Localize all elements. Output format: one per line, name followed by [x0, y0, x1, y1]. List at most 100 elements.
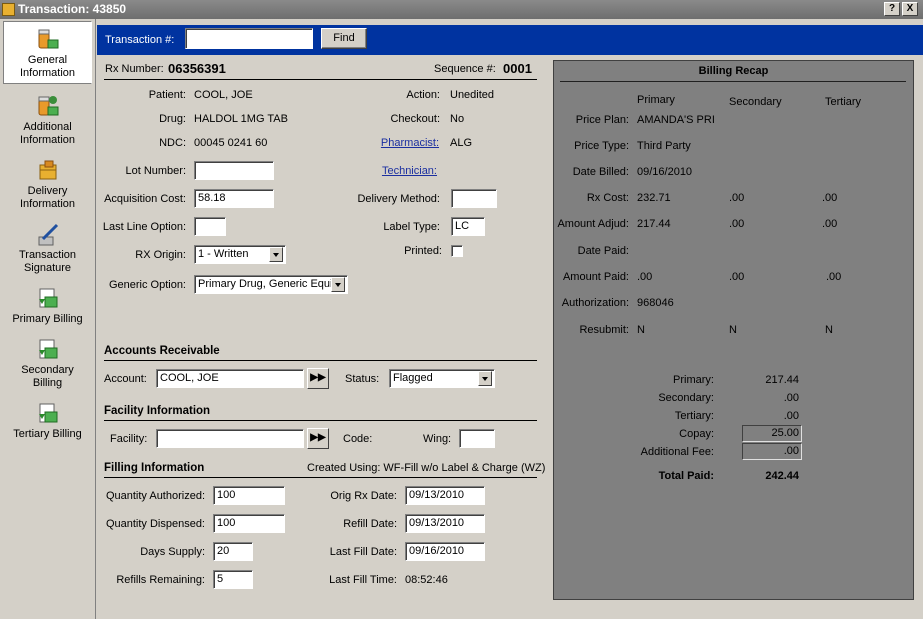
last-line-option-input[interactable] — [194, 217, 226, 236]
billing-icon — [37, 338, 59, 362]
account-input[interactable]: COOL, JOE — [156, 369, 304, 388]
label-type-label: Label Type: — [383, 221, 440, 233]
help-button[interactable]: ? — [884, 2, 900, 16]
divider — [560, 81, 906, 82]
chevron-down-icon[interactable] — [478, 371, 492, 386]
sidebar-item-general-information[interactable]: General Information — [3, 21, 92, 84]
price-type-label: Price Type: — [574, 140, 629, 152]
patient-value: COOL, JOE — [194, 89, 253, 101]
col-tertiary-header: Tertiary — [825, 96, 862, 108]
acquisition-cost-label: Acquisition Cost: — [104, 193, 186, 205]
lot-number-input[interactable] — [194, 161, 274, 180]
rx-origin-label: RX Origin: — [135, 249, 186, 261]
quantity-authorized-input[interactable]: 100 — [213, 486, 285, 505]
account-label: Account: — [104, 373, 147, 385]
sidebar-item-label: Primary Billing — [12, 313, 83, 325]
amount-adjud-primary: 217.44 — [637, 218, 671, 230]
chevron-down-icon[interactable] — [269, 247, 283, 262]
lot-number-label: Lot Number: — [125, 165, 186, 177]
sequence-label: Sequence #: — [434, 63, 496, 75]
created-using-text: Created Using: WF-Fill w/o Label & Charg… — [307, 462, 546, 474]
pills-add-icon — [37, 95, 59, 119]
accounts-receivable-title: Accounts Receivable — [104, 345, 220, 357]
resubmit-label: Resubmit: — [579, 324, 629, 336]
amount-adjud-label: Amount Adjud: — [557, 218, 629, 230]
patient-label: Patient: — [148, 89, 186, 101]
chevron-down-icon[interactable] — [331, 277, 345, 292]
drug-label: Drug: — [159, 113, 186, 125]
printed-checkbox[interactable] — [451, 245, 463, 257]
facility-label: Facility: — [110, 433, 148, 445]
divider — [104, 420, 537, 421]
resubmit-secondary: N — [729, 324, 737, 336]
sidebar: General Information Additional Informati… — [0, 19, 96, 619]
copay-field[interactable]: 25.00 — [742, 425, 802, 442]
amount-paid-label: Amount Paid: — [562, 271, 629, 283]
facility-input[interactable] — [156, 429, 304, 448]
sidebar-item-additional-information[interactable]: Additional Information — [3, 95, 92, 147]
close-button[interactable]: X — [902, 2, 918, 16]
action-value: Unedited — [450, 89, 495, 101]
transaction-number-label: Transaction #: — [105, 34, 175, 46]
divider — [104, 79, 537, 80]
fast-forward-icon: ▶▶ — [310, 432, 326, 443]
authorization-label: Authorization: — [561, 297, 629, 309]
find-button[interactable]: Find — [321, 28, 367, 49]
billing-recap-panel: Billing Recap Primary Secondary Tertiary… — [553, 60, 914, 600]
label-type-input[interactable]: LC — [451, 217, 485, 236]
window-title: Transaction: 43850 — [18, 2, 127, 16]
printed-label: Printed: — [404, 245, 442, 257]
sidebar-item-transaction-signature[interactable]: Transaction Signature — [3, 223, 92, 275]
additional-fee-field[interactable]: .00 — [742, 443, 802, 460]
col-secondary-header: Secondary — [729, 96, 782, 108]
amount-adjud-tertiary: .00 — [822, 218, 838, 230]
account-lookup-button[interactable]: ▶▶ — [307, 368, 329, 389]
quantity-dispensed-input[interactable]: 100 — [213, 514, 285, 533]
date-billed-label: Date Billed: — [572, 166, 629, 178]
sidebar-item-label: General Information — [19, 54, 76, 79]
sidebar-item-secondary-billing[interactable]: Secondary Billing — [3, 338, 92, 390]
resubmit-tertiary: N — [825, 324, 833, 336]
billing-icon — [37, 287, 59, 311]
fast-forward-icon: ▶▶ — [310, 372, 326, 383]
status-label: Status: — [345, 373, 380, 385]
sidebar-item-tertiary-billing[interactable]: Tertiary Billing — [3, 402, 92, 442]
sidebar-item-delivery-information[interactable]: Delivery Information — [3, 159, 92, 211]
transaction-number-input[interactable] — [185, 28, 313, 49]
summary-tertiary-value: .00 — [783, 410, 799, 422]
checkout-value: No — [450, 113, 465, 125]
total-paid-label: Total Paid: — [658, 470, 714, 482]
sidebar-item-label: Transaction Signature — [18, 249, 77, 274]
summary-tertiary-label: Tertiary: — [674, 410, 714, 422]
sidebar-item-primary-billing[interactable]: Primary Billing — [3, 287, 92, 327]
last-fill-date-input[interactable]: 09/16/2010 — [405, 542, 485, 561]
price-plan-value: AMANDA'S PRI — [637, 114, 715, 126]
total-paid-value: 242.44 — [765, 470, 799, 482]
delivery-method-input[interactable] — [451, 189, 497, 208]
date-billed-value: 09/16/2010 — [637, 166, 693, 178]
action-label: Action: — [406, 89, 440, 101]
delivery-method-label: Delivery Method: — [357, 193, 440, 205]
summary-primary-value: 217.44 — [765, 374, 799, 386]
transaction-search-bar: Transaction #: Find — [97, 25, 923, 55]
acquisition-cost-input[interactable]: 58.18 — [194, 189, 274, 208]
app-icon — [2, 3, 15, 16]
additional-fee-label: Additional Fee: — [640, 446, 714, 458]
refill-date-input[interactable]: 09/13/2010 — [405, 514, 485, 533]
facility-information-title: Facility Information — [104, 405, 211, 417]
rx-origin-value: 1 - Written — [198, 248, 249, 260]
generic-option-value: Primary Drug, Generic Equiv — [198, 278, 338, 290]
facility-lookup-button[interactable]: ▶▶ — [307, 428, 329, 449]
pills-icon — [37, 28, 59, 52]
generic-option-select[interactable]: Primary Drug, Generic Equiv — [194, 275, 348, 294]
days-supply-input[interactable]: 20 — [213, 542, 253, 561]
wing-input[interactable] — [459, 429, 495, 448]
refills-remaining-input[interactable]: 5 — [213, 570, 253, 589]
last-fill-time-label: Last Fill Time: — [329, 574, 397, 586]
pharmacist-link[interactable]: Pharmacist: — [340, 137, 439, 149]
orig-rx-date-input[interactable]: 09/13/2010 — [405, 486, 485, 505]
amount-paid-tertiary: .00 — [826, 271, 842, 283]
box-icon — [37, 159, 59, 183]
amount-adjud-secondary: .00 — [729, 218, 745, 230]
technician-link[interactable]: Technician: — [340, 165, 437, 177]
